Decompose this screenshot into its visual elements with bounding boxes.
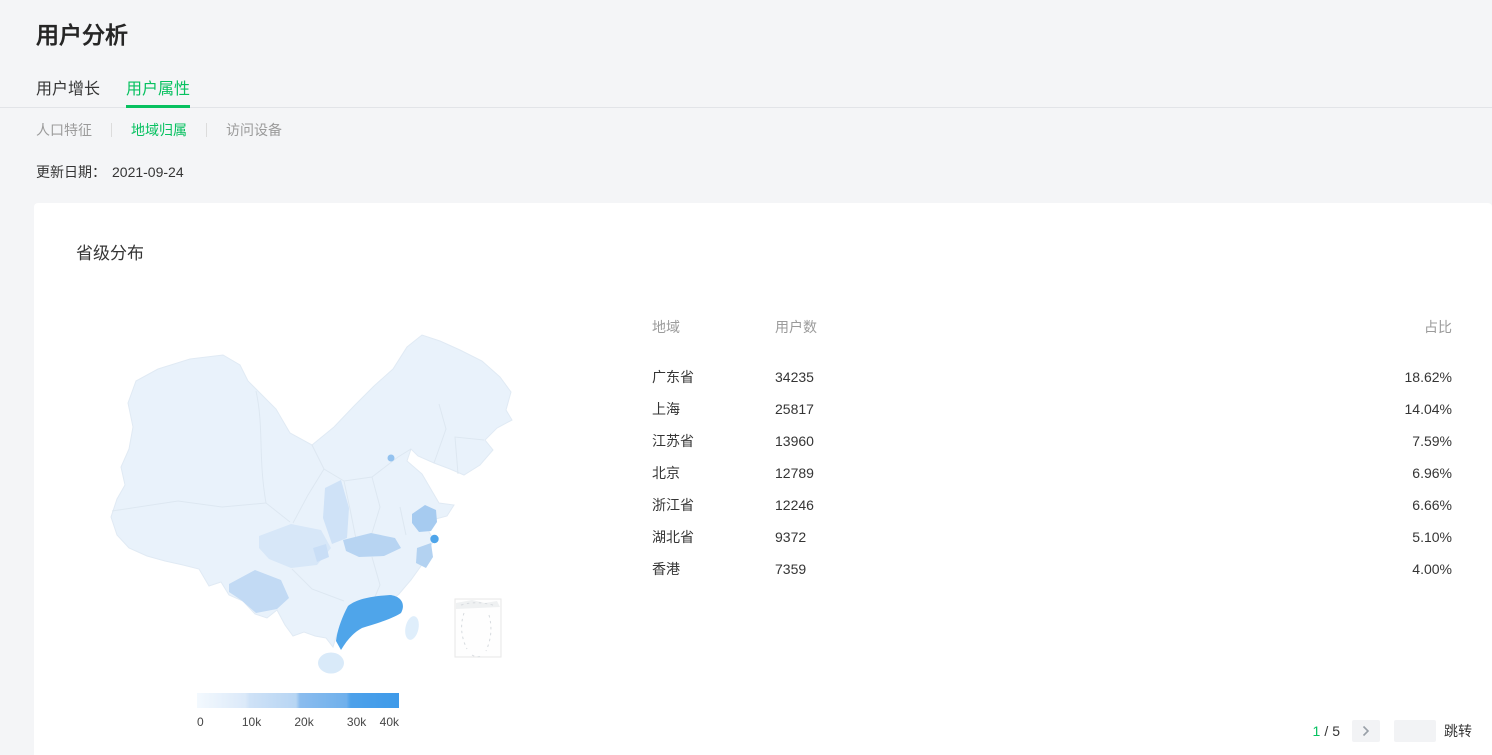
main-tab-bar: 用户增长 用户属性 bbox=[0, 75, 1492, 108]
table-row: 湖北省 9372 5.10% bbox=[652, 521, 1452, 553]
column-header-percent: 占比 bbox=[1372, 317, 1452, 337]
region-table: 地域 用户数 占比 广东省 34235 18.62% 上海 25817 14.0… bbox=[652, 317, 1452, 585]
map-legend: 0 10k 20k 30k 40k bbox=[197, 693, 399, 731]
pagination: 1 / 5 跳转 bbox=[1313, 720, 1472, 742]
region-cell: 上海 bbox=[652, 399, 775, 419]
users-cell: 25817 bbox=[775, 401, 1372, 417]
subtab-demographics[interactable]: 人口特征 bbox=[36, 120, 92, 140]
percent-cell: 4.00% bbox=[1372, 561, 1452, 577]
legend-tick: 20k bbox=[294, 715, 313, 729]
percent-cell: 14.04% bbox=[1372, 401, 1452, 417]
total-pages: 5 bbox=[1332, 723, 1340, 739]
table-row: 广东省 34235 18.62% bbox=[652, 361, 1452, 393]
update-date-row: 更新日期： 2021-09-24 bbox=[0, 162, 1492, 182]
table-row: 香港 7359 4.00% bbox=[652, 553, 1452, 585]
region-cell: 北京 bbox=[652, 463, 775, 483]
table-row: 上海 25817 14.04% bbox=[652, 393, 1452, 425]
province-beijing[interactable] bbox=[388, 455, 395, 462]
subtab-region[interactable]: 地域归属 bbox=[131, 120, 187, 140]
china-choropleth-map[interactable] bbox=[60, 307, 540, 687]
update-date-label: 更新日期： bbox=[36, 164, 106, 180]
legend-tick-labels: 0 10k 20k 30k 40k bbox=[197, 715, 399, 731]
users-cell: 12246 bbox=[775, 497, 1372, 513]
percent-cell: 5.10% bbox=[1372, 529, 1452, 545]
region-cell: 香港 bbox=[652, 559, 775, 579]
page-jump-input[interactable] bbox=[1394, 720, 1436, 742]
region-cell: 湖北省 bbox=[652, 527, 775, 547]
column-header-region: 地域 bbox=[652, 317, 775, 337]
table-row: 浙江省 12246 6.66% bbox=[652, 489, 1452, 521]
china-outline[interactable] bbox=[111, 335, 512, 647]
percent-cell: 18.62% bbox=[1372, 369, 1452, 385]
province-taiwan[interactable] bbox=[403, 615, 421, 641]
table-row: 北京 12789 6.96% bbox=[652, 457, 1452, 489]
table-row: 江苏省 13960 7.59% bbox=[652, 425, 1452, 457]
region-cell: 广东省 bbox=[652, 367, 775, 387]
next-page-button[interactable] bbox=[1352, 720, 1380, 742]
percent-cell: 6.96% bbox=[1372, 465, 1452, 481]
province-hainan[interactable] bbox=[318, 653, 344, 674]
subtab-divider bbox=[206, 123, 207, 137]
region-cell: 浙江省 bbox=[652, 495, 775, 515]
subtab-devices[interactable]: 访问设备 bbox=[226, 120, 282, 140]
users-cell: 34235 bbox=[775, 369, 1372, 385]
users-cell: 12789 bbox=[775, 465, 1372, 481]
percent-cell: 6.66% bbox=[1372, 497, 1452, 513]
users-cell: 7359 bbox=[775, 561, 1372, 577]
south-china-sea-inset bbox=[455, 599, 501, 657]
page-title: 用户分析 bbox=[0, 0, 1492, 50]
province-shanghai[interactable] bbox=[430, 535, 438, 543]
tab-user-attributes[interactable]: 用户属性 bbox=[126, 75, 190, 107]
users-cell: 13960 bbox=[775, 433, 1372, 449]
sub-tab-bar: 人口特征 地域归属 访问设备 bbox=[0, 120, 1492, 140]
province-distribution-card: 省级分布 bbox=[34, 203, 1492, 755]
legend-tick: 40k bbox=[380, 715, 399, 729]
column-header-users: 用户数 bbox=[775, 317, 1372, 337]
jump-button[interactable]: 跳转 bbox=[1444, 721, 1472, 741]
page-separator: / bbox=[1324, 723, 1328, 739]
table-header: 地域 用户数 占比 bbox=[652, 317, 1452, 337]
page-indicator: 1 / 5 bbox=[1313, 723, 1340, 739]
card-title: 省级分布 bbox=[76, 239, 144, 264]
current-page: 1 bbox=[1313, 723, 1321, 739]
legend-tick: 30k bbox=[347, 715, 366, 729]
legend-tick: 0 bbox=[197, 715, 204, 729]
subtab-divider bbox=[111, 123, 112, 137]
chevron-right-icon bbox=[1362, 725, 1370, 737]
users-cell: 9372 bbox=[775, 529, 1372, 545]
region-cell: 江苏省 bbox=[652, 431, 775, 451]
update-date-value: 2021-09-24 bbox=[112, 164, 184, 180]
legend-gradient-bar bbox=[197, 693, 399, 708]
legend-tick: 10k bbox=[242, 715, 261, 729]
table-body: 广东省 34235 18.62% 上海 25817 14.04% 江苏省 139… bbox=[652, 361, 1452, 585]
percent-cell: 7.59% bbox=[1372, 433, 1452, 449]
tab-user-growth[interactable]: 用户增长 bbox=[36, 75, 100, 107]
